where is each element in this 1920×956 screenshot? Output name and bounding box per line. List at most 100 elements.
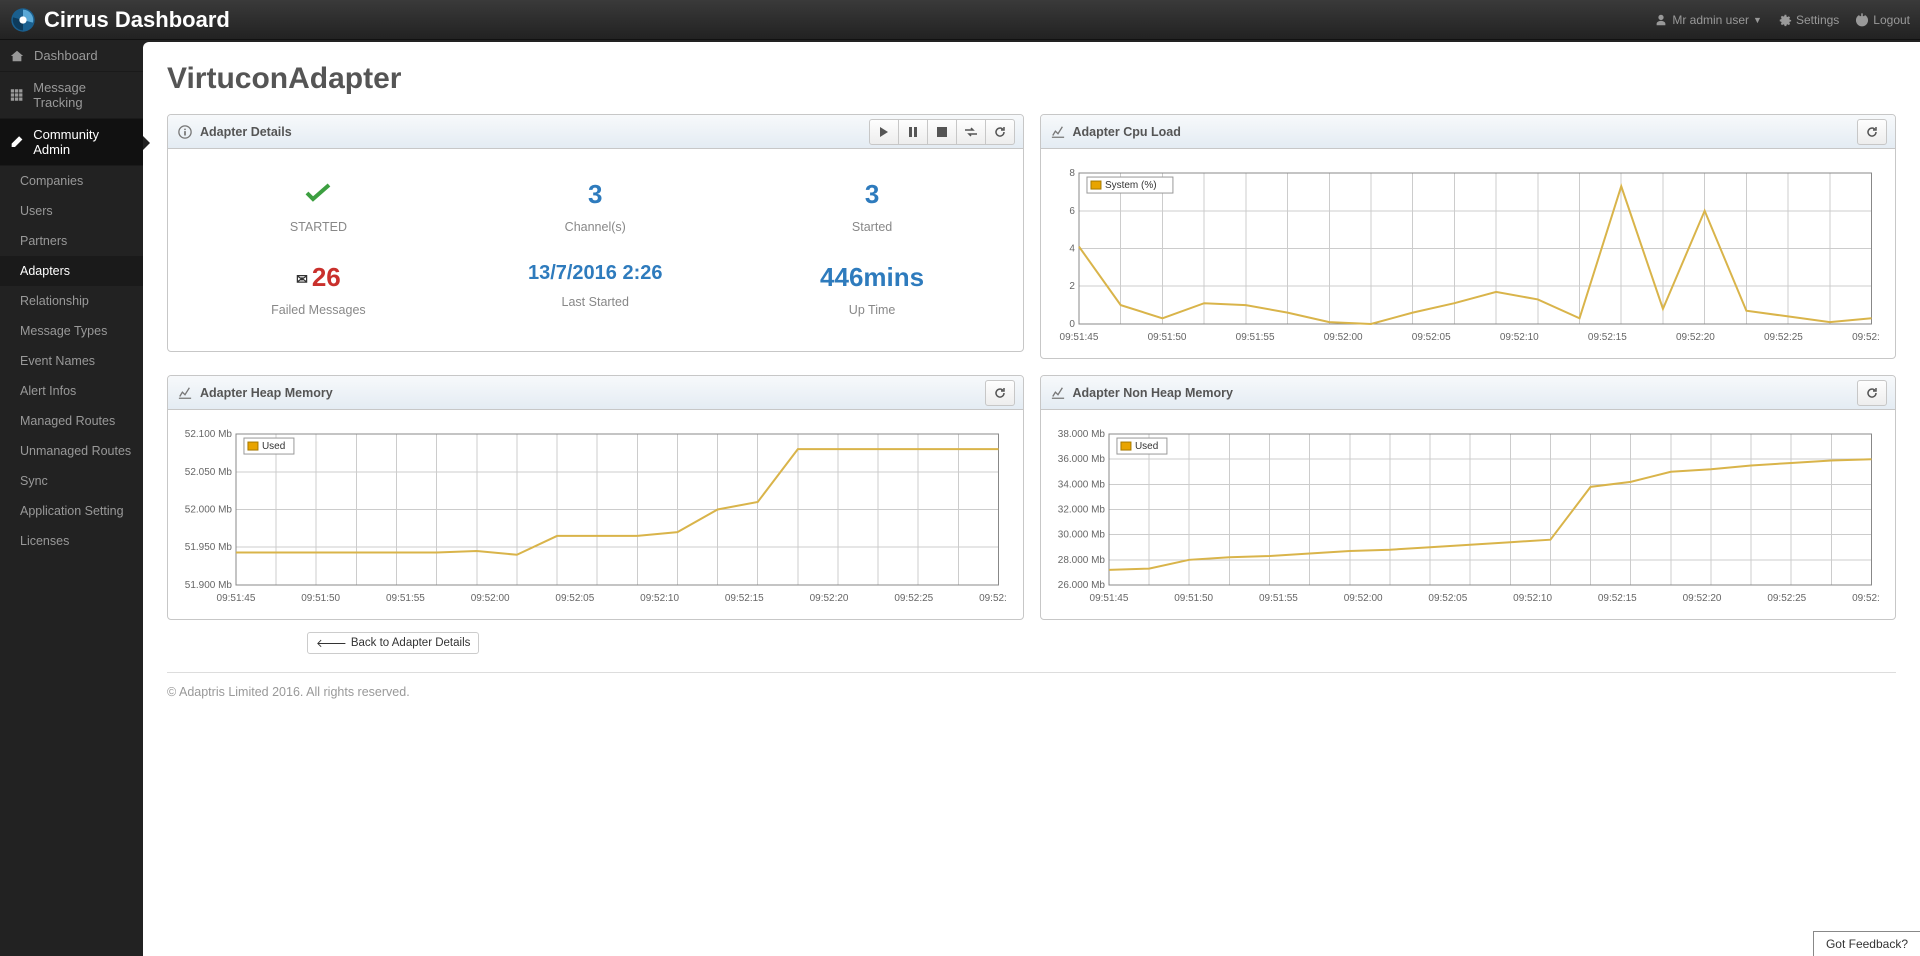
svg-text:6: 6: [1069, 206, 1075, 217]
logout-link[interactable]: Logout: [1855, 13, 1910, 27]
feedback-tab[interactable]: Got Feedback?: [1813, 931, 1920, 956]
cpu-chart: 0246809:51:4509:51:5009:51:5509:52:0009:…: [1053, 167, 1880, 344]
swap-button[interactable]: [956, 119, 986, 145]
stat-uptime: 446mins Up Time: [734, 262, 1011, 317]
svg-text:09:51:45: 09:51:45: [1059, 332, 1098, 343]
svg-text:09:52:15: 09:52:15: [725, 593, 764, 604]
sidebar-sub-item[interactable]: Message Types: [0, 316, 143, 346]
sidebar-sub-item[interactable]: Adapters: [0, 256, 143, 286]
active-caret-icon: [143, 136, 150, 150]
refresh-icon: [994, 387, 1006, 399]
chart-icon: [178, 385, 192, 401]
svg-text:09:52:30: 09:52:30: [1852, 332, 1879, 343]
svg-text:09:51:50: 09:51:50: [301, 593, 340, 604]
svg-text:09:52:25: 09:52:25: [894, 593, 933, 604]
pencil-icon: [10, 135, 23, 149]
svg-text:09:52:10: 09:52:10: [1513, 593, 1552, 604]
svg-text:09:52:20: 09:52:20: [1675, 332, 1714, 343]
settings-label: Settings: [1796, 13, 1839, 27]
svg-text:0: 0: [1069, 319, 1075, 330]
sidebar-sub-item[interactable]: Partners: [0, 226, 143, 256]
svg-text:Used: Used: [1134, 441, 1157, 452]
svg-text:8: 8: [1069, 168, 1075, 179]
sidebar-sub-item[interactable]: Relationship: [0, 286, 143, 316]
sidebar-sub-item[interactable]: Licenses: [0, 526, 143, 556]
user-icon: [1654, 13, 1668, 27]
svg-text:09:51:45: 09:51:45: [1089, 593, 1128, 604]
svg-text:09:52:00: 09:52:00: [471, 593, 510, 604]
back-button[interactable]: 🡐 Back to Adapter Details: [307, 632, 479, 654]
stat-started: 3 Started: [734, 179, 1011, 234]
svg-text:09:52:20: 09:52:20: [810, 593, 849, 604]
panel-title: Adapter Details: [200, 125, 870, 139]
svg-text:09:51:55: 09:51:55: [1258, 593, 1297, 604]
panel-adapter-details: Adapter Details: [167, 114, 1024, 352]
logout-label: Logout: [1873, 13, 1910, 27]
svg-text:34.000 Mb: 34.000 Mb: [1057, 479, 1105, 490]
panel-title: Adapter Non Heap Memory: [1073, 386, 1859, 400]
pause-icon: [908, 127, 918, 137]
user-label: Mr admin user: [1672, 13, 1749, 27]
svg-text:09:52:30: 09:52:30: [1852, 593, 1879, 604]
sidebar-sub-item[interactable]: Managed Routes: [0, 406, 143, 436]
refresh-icon: [1866, 387, 1878, 399]
svg-text:Used: Used: [262, 441, 285, 452]
settings-link[interactable]: Settings: [1778, 13, 1839, 27]
stat-last-started: 13/7/2016 2:26 Last Started: [457, 262, 734, 317]
chart-icon: [1051, 124, 1065, 140]
svg-text:09:52:10: 09:52:10: [1499, 332, 1538, 343]
svg-text:09:51:50: 09:51:50: [1174, 593, 1213, 604]
svg-text:09:52:10: 09:52:10: [640, 593, 679, 604]
svg-text:09:52:05: 09:52:05: [1411, 332, 1450, 343]
svg-text:09:52:25: 09:52:25: [1767, 593, 1806, 604]
svg-text:26.000 Mb: 26.000 Mb: [1057, 580, 1105, 591]
brand: Cirrus Dashboard: [10, 7, 230, 33]
panel-title: Adapter Heap Memory: [200, 386, 986, 400]
sidebar-sub-item[interactable]: Companies: [0, 166, 143, 196]
sidebar-item-message-tracking[interactable]: Message Tracking: [0, 72, 143, 119]
play-icon: [879, 127, 889, 137]
svg-text:52.050 Mb: 52.050 Mb: [185, 467, 233, 478]
svg-text:09:52:05: 09:52:05: [555, 593, 594, 604]
stop-button[interactable]: [927, 119, 957, 145]
refresh-button[interactable]: [1857, 380, 1887, 406]
svg-text:32.000 Mb: 32.000 Mb: [1057, 505, 1105, 516]
home-icon: [10, 49, 24, 63]
nonheap-chart: 26.000 Mb28.000 Mb30.000 Mb32.000 Mb34.0…: [1053, 428, 1880, 605]
panel-title: Adapter Cpu Load: [1073, 125, 1859, 139]
play-button[interactable]: [869, 119, 899, 145]
sidebar-sub-item[interactable]: Application Setting: [0, 496, 143, 526]
stat-failed[interactable]: ✉26 Failed Messages: [180, 262, 457, 317]
chart-icon: [1051, 385, 1065, 401]
swap-icon: [965, 127, 977, 137]
svg-text:09:51:55: 09:51:55: [386, 593, 425, 604]
svg-text:52.100 Mb: 52.100 Mb: [185, 429, 233, 440]
svg-text:09:52:15: 09:52:15: [1597, 593, 1636, 604]
sidebar-sub-item[interactable]: Event Names: [0, 346, 143, 376]
sidebar-item-community-admin[interactable]: Community Admin: [0, 119, 143, 166]
svg-text:28.000 Mb: 28.000 Mb: [1057, 555, 1105, 566]
refresh-icon: [994, 126, 1006, 138]
pause-button[interactable]: [898, 119, 928, 145]
sidebar-item-dashboard[interactable]: Dashboard: [0, 40, 143, 72]
gear-icon: [1778, 13, 1792, 27]
sidebar-sub-item[interactable]: Unmanaged Routes: [0, 436, 143, 466]
grid-icon: [10, 88, 23, 102]
refresh-icon: [1866, 126, 1878, 138]
sidebar-sub-item[interactable]: Sync: [0, 466, 143, 496]
page-title: VirtuconAdapter: [167, 62, 1896, 96]
svg-text:4: 4: [1069, 244, 1075, 255]
heap-chart: 51.900 Mb51.950 Mb52.000 Mb52.050 Mb52.1…: [180, 428, 1007, 605]
refresh-button[interactable]: [1857, 119, 1887, 145]
refresh-button[interactable]: [985, 119, 1015, 145]
user-menu[interactable]: Mr admin user ▼: [1654, 13, 1762, 27]
svg-text:09:51:45: 09:51:45: [217, 593, 256, 604]
svg-text:36.000 Mb: 36.000 Mb: [1057, 454, 1105, 465]
info-icon: [178, 124, 192, 140]
sidebar-sub-item[interactable]: Users: [0, 196, 143, 226]
svg-text:09:52:05: 09:52:05: [1428, 593, 1467, 604]
svg-text:09:52:00: 09:52:00: [1343, 593, 1382, 604]
refresh-button[interactable]: [985, 380, 1015, 406]
svg-text:09:52:15: 09:52:15: [1587, 332, 1626, 343]
sidebar-sub-item[interactable]: Alert Infos: [0, 376, 143, 406]
